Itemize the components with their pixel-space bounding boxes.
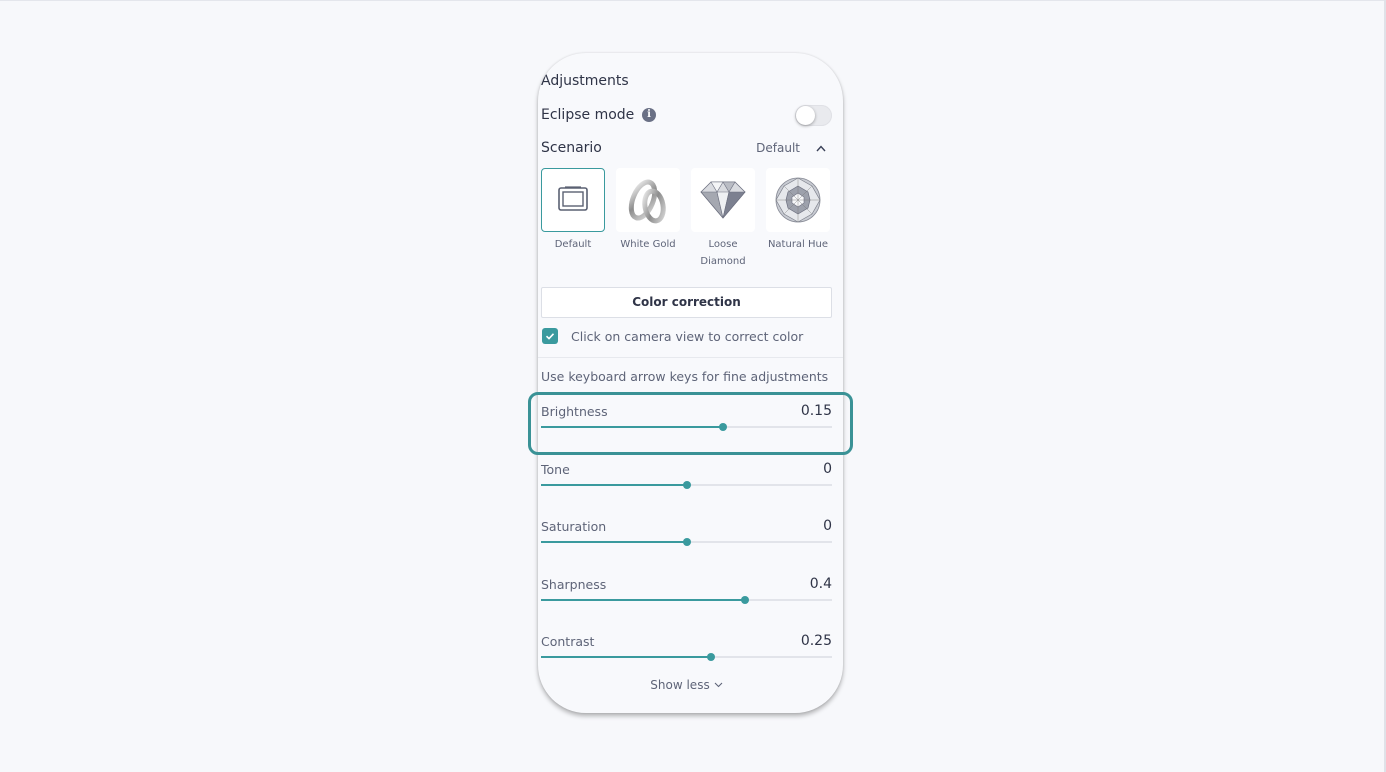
slider-fill bbox=[541, 599, 745, 601]
slider-label: Tone bbox=[541, 462, 570, 477]
frame-icon bbox=[558, 186, 588, 211]
contrast-slider-row: Contrast 0.25 bbox=[541, 633, 832, 674]
scenario-thumb bbox=[766, 168, 830, 232]
slider-thumb[interactable] bbox=[682, 481, 691, 489]
color-correction-checkbox-label: Click on camera view to correct color bbox=[571, 329, 804, 344]
panel-title: Adjustments bbox=[541, 73, 629, 89]
brightness-highlight-frame bbox=[528, 392, 853, 455]
slider-value: 0 bbox=[823, 518, 832, 534]
scenario-option-loose-diamond[interactable]: Loose Diamond bbox=[691, 168, 755, 270]
scenario-label-default: Default bbox=[554, 239, 592, 250]
slider-fill bbox=[541, 541, 687, 543]
eclipse-mode-row: Eclipse mode i bbox=[541, 105, 832, 128]
slider-fill bbox=[541, 484, 687, 486]
round-diamond-icon bbox=[775, 177, 821, 223]
saturation-slider[interactable] bbox=[541, 538, 832, 546]
slider-label: Contrast bbox=[541, 634, 595, 649]
scenario-row[interactable]: Scenario Default bbox=[541, 139, 832, 159]
checkmark-icon bbox=[545, 333, 555, 340]
sharpness-slider-row: Sharpness 0.4 bbox=[541, 576, 832, 617]
info-icon[interactable]: i bbox=[642, 108, 656, 122]
scenario-label: Scenario bbox=[541, 140, 602, 156]
scenario-thumb bbox=[541, 168, 605, 232]
slider-thumb[interactable] bbox=[740, 596, 749, 604]
contrast-slider[interactable] bbox=[541, 653, 832, 661]
slider-value: 0 bbox=[823, 461, 832, 477]
color-correction-checkbox-row[interactable]: Click on camera view to correct color bbox=[541, 327, 832, 347]
tone-slider[interactable] bbox=[541, 481, 832, 489]
scenario-option-default[interactable]: Default bbox=[541, 168, 605, 253]
window-top-border bbox=[0, 0, 1386, 1]
slider-label: Saturation bbox=[541, 519, 607, 534]
diamond-icon bbox=[700, 181, 746, 219]
show-less-label: Show less bbox=[650, 678, 710, 692]
toggle-knob bbox=[796, 106, 815, 125]
keyboard-hint: Use keyboard arrow keys for fine adjustm… bbox=[541, 369, 829, 384]
slider-label: Sharpness bbox=[541, 577, 607, 592]
slider-thumb[interactable] bbox=[707, 653, 716, 661]
slider-value: 0.25 bbox=[800, 633, 832, 649]
chevron-up-icon[interactable] bbox=[814, 143, 828, 153]
rings-icon bbox=[628, 179, 666, 224]
scenario-thumb bbox=[616, 168, 680, 232]
scenario-options: Default White Gold Loose Diamond Natural… bbox=[541, 168, 832, 273]
slider-value: 0.4 bbox=[809, 576, 832, 592]
adjustments-panel: Adjustments Eclipse mode i Scenario Defa… bbox=[538, 53, 843, 713]
tone-slider-row: Tone 0 bbox=[541, 461, 832, 502]
color-correction-checkbox[interactable] bbox=[542, 328, 558, 344]
divider bbox=[538, 357, 843, 358]
scenario-label-loose-diamond: Loose Diamond bbox=[700, 239, 746, 267]
slider-thumb[interactable] bbox=[682, 538, 691, 546]
eclipse-mode-label: Eclipse mode bbox=[541, 107, 635, 123]
slider-fill bbox=[541, 656, 712, 658]
show-less-link[interactable]: Show less bbox=[541, 678, 832, 692]
eclipse-mode-toggle[interactable] bbox=[795, 105, 832, 126]
saturation-slider-row: Saturation 0 bbox=[541, 518, 832, 559]
scenario-thumb bbox=[691, 168, 755, 232]
scenario-label-white-gold: White Gold bbox=[620, 239, 676, 250]
sharpness-slider[interactable] bbox=[541, 596, 832, 604]
scenario-option-natural-hue[interactable]: Natural Hue bbox=[766, 168, 830, 253]
chevron-down-icon bbox=[714, 682, 723, 688]
scenario-label-natural-hue: Natural Hue bbox=[767, 239, 829, 250]
scenario-selected-value[interactable]: Default bbox=[756, 141, 800, 155]
scenario-option-white-gold[interactable]: White Gold bbox=[616, 168, 680, 253]
color-correction-button[interactable]: Color correction bbox=[541, 287, 832, 318]
